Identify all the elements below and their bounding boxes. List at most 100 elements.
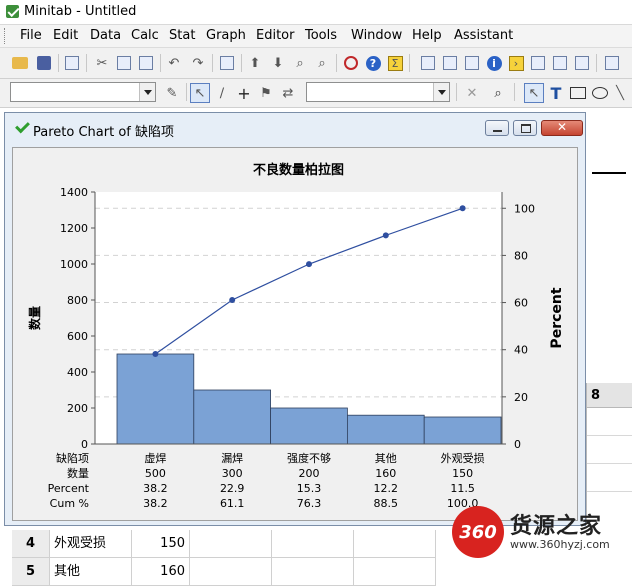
help-icon[interactable]: ?: [363, 53, 383, 73]
menu-editor[interactable]: Editor: [256, 28, 294, 43]
rectangle-tool-icon[interactable]: [568, 83, 588, 103]
row-value-cell[interactable]: 150: [132, 530, 190, 558]
table-value: 88.5: [374, 497, 399, 510]
paste-icon[interactable]: [136, 53, 156, 73]
empty-cell[interactable]: [272, 530, 354, 558]
row-name-cell[interactable]: 其他: [50, 558, 132, 586]
table-value: 38.2: [143, 497, 168, 510]
cut-icon[interactable]: ✂: [92, 53, 112, 73]
category-label: 漏焊: [221, 451, 243, 465]
table-value: 38.2: [143, 482, 168, 495]
menu-calc[interactable]: Calc: [131, 28, 159, 43]
arrow-up-icon[interactable]: ⬆: [245, 53, 265, 73]
text-tool-icon[interactable]: T: [546, 83, 566, 103]
copy-icon[interactable]: [114, 53, 134, 73]
category-label: 其他: [375, 452, 397, 465]
left-tick-label: 400: [67, 366, 88, 379]
toolbar-separator: [58, 54, 59, 72]
flag-icon[interactable]: ⚑: [256, 83, 276, 103]
column-header[interactable]: 8: [587, 383, 632, 408]
worksheet-window-icon[interactable]: [440, 53, 460, 73]
menu-data[interactable]: Data: [90, 28, 121, 43]
menu-help[interactable]: Help: [412, 28, 442, 43]
tile-windows-icon[interactable]: [572, 53, 592, 73]
crosshair-icon[interactable]: +: [234, 83, 254, 103]
row-name-cell[interactable]: 外观受损: [50, 530, 132, 558]
new-page-icon[interactable]: [550, 53, 570, 73]
replace-icon[interactable]: ⌕: [312, 53, 332, 73]
cumulative-point: [229, 296, 236, 303]
chart-window-titlebar[interactable]: Pareto Chart of 缺陷项: [5, 113, 585, 143]
chart-window-title: Pareto Chart of 缺陷项: [33, 125, 174, 140]
menu-assistant[interactable]: Assistant: [454, 28, 513, 43]
standard-toolbar: ✂ ↶ ↷ ⬆ ⬇ ⌕ ⌕ ? Σ i ›: [0, 48, 632, 79]
menu-edit[interactable]: Edit: [53, 28, 78, 43]
annotation-pointer-icon[interactable]: ↖: [524, 83, 544, 103]
save-icon[interactable]: [34, 53, 54, 73]
brush-icon[interactable]: ∕: [212, 83, 232, 103]
print-icon[interactable]: [62, 53, 82, 73]
delete-x-icon[interactable]: ✕: [462, 83, 482, 103]
menu-tools[interactable]: Tools: [305, 28, 337, 43]
swap-icon[interactable]: ⇄: [278, 83, 298, 103]
menu-window[interactable]: Window: [351, 28, 402, 43]
table-value: 500: [145, 467, 166, 480]
menu-graph[interactable]: Graph: [206, 28, 246, 43]
project-manager-icon[interactable]: ›: [506, 53, 526, 73]
empty-cell[interactable]: [272, 558, 354, 586]
ellipse-tool-icon[interactable]: [590, 83, 610, 103]
cancel-stop-icon[interactable]: [341, 53, 361, 73]
watermark: 360 货源之家 www.360hyzj.com: [446, 500, 632, 562]
row-number[interactable]: 4: [12, 530, 50, 558]
menu-file[interactable]: File: [20, 28, 42, 43]
session-window-icon[interactable]: [418, 53, 438, 73]
select-pointer-icon[interactable]: ↖: [190, 83, 210, 103]
info-icon[interactable]: i: [484, 53, 504, 73]
chart-frame: 不良数量柏拉图 0 200 400 600 800 1000 1200 1400 0 20 40 60 8…: [12, 147, 578, 521]
row-number[interactable]: 5: [12, 558, 50, 586]
table-row-label: Cum %: [50, 497, 89, 510]
title-bar: Minitab - Untitled: [0, 0, 632, 25]
worksheet-icon[interactable]: [217, 53, 237, 73]
item-select-combo[interactable]: [10, 82, 156, 102]
cumulative-point: [382, 232, 389, 239]
bar: [270, 407, 348, 445]
category-label: 外观受损: [441, 451, 485, 465]
table-value: 160: [375, 467, 396, 480]
menu-bar: File Edit Data Calc Stat Graph Editor To…: [0, 25, 632, 48]
find-icon[interactable]: ⌕: [290, 53, 310, 73]
toolbar-separator: [212, 54, 213, 72]
empty-cell[interactable]: [190, 558, 272, 586]
pareto-chart-window: Pareto Chart of 缺陷项 不良数量柏拉图0200400600800…: [4, 112, 586, 526]
table-value: 300: [222, 467, 243, 480]
report-pad-icon[interactable]: [528, 53, 548, 73]
right-tick-label: 0: [514, 438, 521, 451]
sigma-icon[interactable]: Σ: [385, 53, 405, 73]
empty-cell[interactable]: [354, 530, 436, 558]
minimize-button[interactable]: [485, 120, 509, 136]
left-tick-label: 200: [67, 402, 88, 415]
window-list-icon[interactable]: [602, 53, 622, 73]
row-value-cell[interactable]: 160: [132, 558, 190, 586]
empty-cell[interactable]: [190, 530, 272, 558]
menu-stat[interactable]: Stat: [169, 28, 195, 43]
zoom-icon[interactable]: ⌕: [488, 83, 508, 103]
maximize-button[interactable]: [513, 120, 537, 136]
close-button[interactable]: [541, 120, 583, 136]
checkmark-icon: [15, 121, 29, 135]
bar: [116, 353, 195, 445]
attribute-combo[interactable]: [306, 82, 450, 102]
bar: [346, 414, 425, 445]
arrow-down-icon[interactable]: ⬇: [268, 53, 288, 73]
open-folder-icon[interactable]: [10, 53, 30, 73]
table-value: 76.3: [297, 497, 322, 510]
undo-icon[interactable]: ↶: [164, 53, 184, 73]
edit-pen-icon[interactable]: ✎: [162, 83, 182, 103]
graphs-window-icon[interactable]: [462, 53, 482, 73]
chevron-down-icon[interactable]: [139, 83, 155, 101]
line-tool-icon[interactable]: ╲: [610, 83, 630, 103]
chevron-down-icon[interactable]: [433, 83, 449, 101]
toolbar-separator: [86, 54, 87, 72]
empty-cell[interactable]: [354, 558, 436, 586]
redo-icon[interactable]: ↷: [188, 53, 208, 73]
